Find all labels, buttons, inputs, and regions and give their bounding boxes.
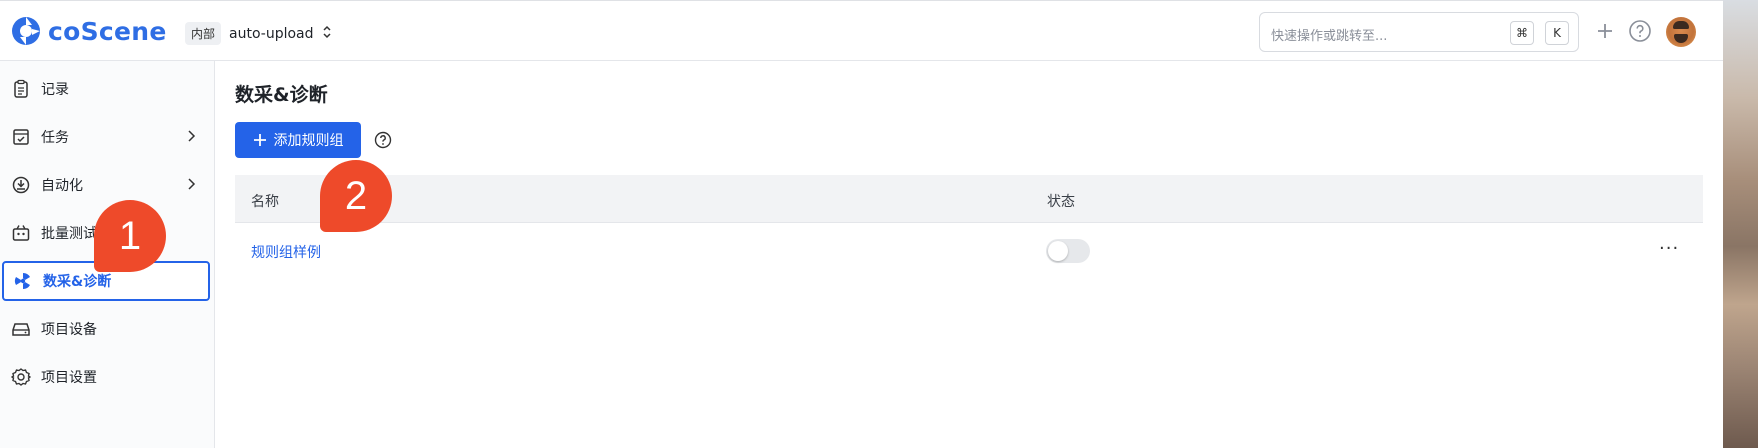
app-window: coScene 内部 auto-upload 快速操作或跳转至... ⌘ K 记…: [0, 0, 1723, 448]
column-header-status: 状态: [1047, 194, 1075, 210]
quick-search-input[interactable]: 快速操作或跳转至... ⌘ K: [1259, 12, 1579, 52]
coscene-logo-icon: [12, 17, 40, 45]
records-icon: [10, 78, 32, 100]
task-icon: [10, 126, 32, 148]
search-placeholder: 快速操作或跳转至...: [1271, 29, 1388, 44]
page-title: 数采&诊断: [235, 84, 328, 106]
chevron-right-icon: [186, 129, 196, 147]
chevron-updown-icon: [322, 25, 332, 42]
sidebar-item-label: 数采&诊断: [43, 274, 112, 290]
sidebar-item-devices[interactable]: 项目设备: [2, 309, 210, 349]
k-key-hint: K: [1545, 21, 1569, 45]
cmd-key-hint: ⌘: [1510, 21, 1534, 45]
column-header-name: 名称: [251, 194, 279, 210]
sidebar-item-settings[interactable]: 项目设置: [2, 357, 210, 397]
chevron-right-icon: [186, 177, 196, 195]
callout-marker-2: 2: [320, 160, 392, 232]
logo-text: coScene: [48, 16, 167, 46]
sidebar-item-label: 自动化: [41, 178, 83, 194]
logo[interactable]: coScene: [10, 15, 167, 47]
top-header: coScene 内部 auto-upload 快速操作或跳转至... ⌘ K: [0, 0, 1723, 61]
status-toggle[interactable]: [1046, 239, 1090, 263]
add-rule-group-button[interactable]: 添加规则组: [235, 122, 361, 158]
sidebar-item-label: 批量测试: [41, 226, 97, 242]
sidebar-item-label: 记录: [41, 82, 69, 98]
more-actions-icon[interactable]: ···: [1659, 238, 1679, 259]
toggle-knob: [1048, 241, 1068, 261]
table-row: 规则组样例 ···: [235, 224, 1703, 278]
sidebar-item-label: 项目设备: [41, 322, 97, 338]
plus-icon[interactable]: [1592, 18, 1618, 44]
sidebar-item-label: 任务: [41, 130, 69, 146]
sidebar-item-label: 项目设置: [41, 370, 97, 386]
project-tag: 内部: [185, 22, 222, 45]
sidebar-item-records[interactable]: 记录: [2, 69, 210, 109]
table-header: 名称 状态: [235, 175, 1703, 223]
device-icon: [10, 318, 32, 340]
callout-marker-1: 1: [94, 200, 166, 272]
automation-icon: [10, 174, 32, 196]
add-rule-group-label: 添加规则组: [273, 132, 344, 148]
project-switcher[interactable]: 内部 auto-upload: [185, 22, 332, 45]
avatar[interactable]: [1666, 17, 1696, 47]
diagnosis-icon: [12, 270, 34, 292]
batch-test-icon: [10, 222, 32, 244]
sidebar-item-tasks[interactable]: 任务: [2, 117, 210, 157]
gear-icon: [10, 366, 32, 388]
project-name: auto-upload: [229, 25, 314, 42]
plus-icon: [253, 134, 266, 146]
rule-group-link[interactable]: 规则组样例: [251, 242, 321, 262]
question-icon[interactable]: [373, 130, 393, 150]
sidebar-item-automation[interactable]: 自动化: [2, 165, 210, 205]
help-icon[interactable]: [1627, 18, 1653, 44]
desktop-background-edge: [1723, 0, 1758, 448]
